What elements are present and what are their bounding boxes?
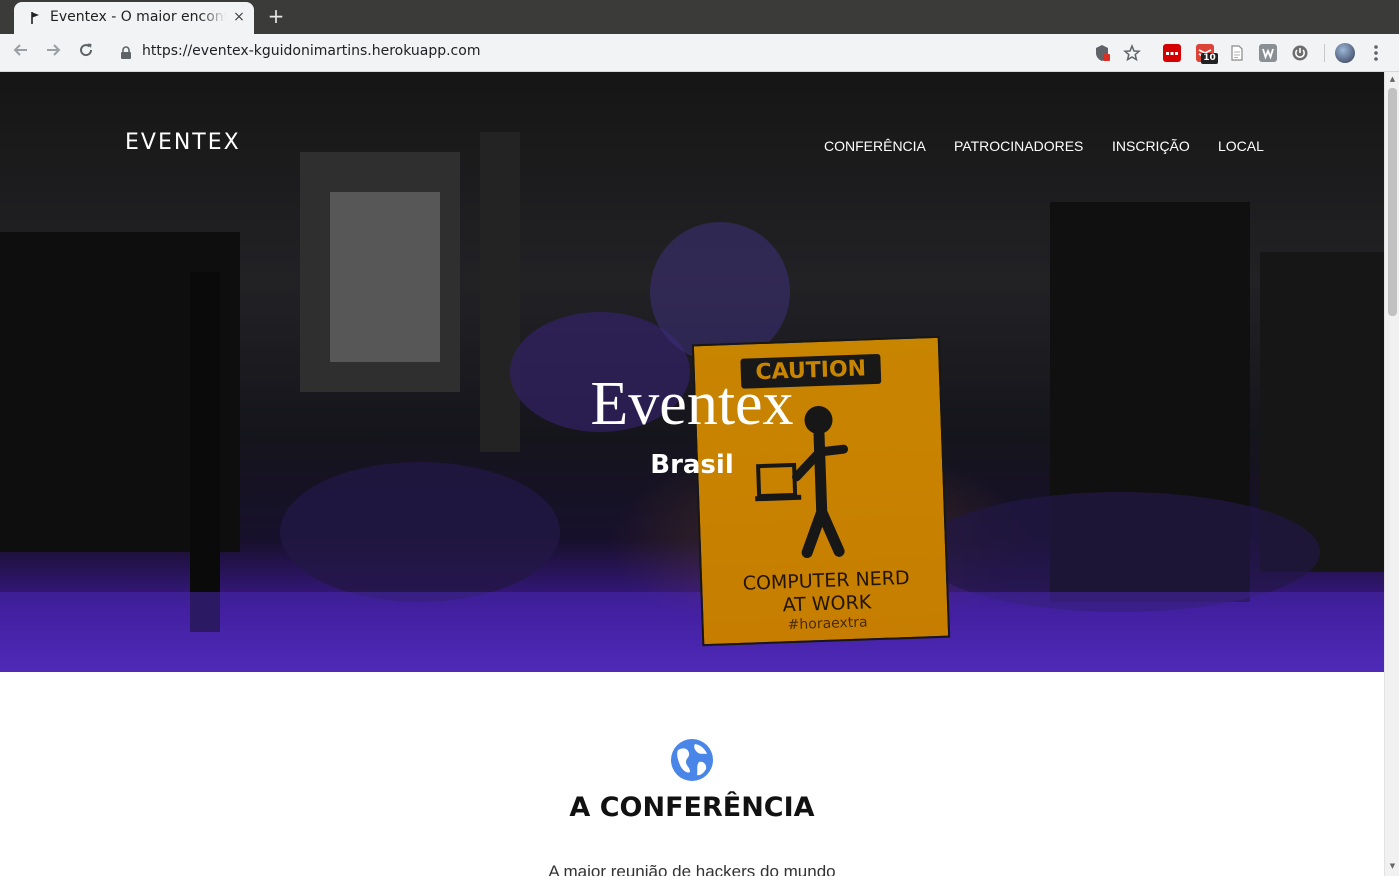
reload-icon — [80, 43, 93, 57]
flag-favicon-icon — [30, 11, 42, 25]
hero-subtitle: Brasil — [650, 450, 734, 480]
tab-active[interactable]: Eventex - O maior encontro × — [14, 2, 254, 34]
hero-title: Eventex — [590, 370, 794, 438]
scroll-down-arrow-icon[interactable]: ▼ — [1388, 862, 1397, 870]
extension-w-icon[interactable] — [1259, 44, 1277, 62]
tab-close-icon[interactable]: × — [230, 8, 248, 26]
tab-title: Eventex - O maior encontro — [50, 9, 226, 25]
document-icon[interactable] — [1228, 44, 1246, 62]
arrow-left-icon — [13, 44, 27, 56]
extension-red-icon[interactable] — [1163, 44, 1181, 62]
profile-avatar[interactable] — [1335, 43, 1355, 63]
scroll-up-arrow-icon[interactable]: ▲ — [1388, 75, 1397, 83]
conference-description: A maior reunião de hackers do mundo — [548, 862, 836, 876]
lock-icon[interactable] — [120, 45, 132, 59]
nav-link-inscricao[interactable]: INSCRIÇÃO — [1112, 138, 1190, 154]
browser-toolbar: https://eventex-kguidonimartins.herokuap… — [0, 34, 1399, 72]
hero-section: CAUTION COMPUTER NERD AT WORK #horaextra… — [0, 72, 1384, 672]
page-scrollbar[interactable]: ▲ ▼ — [1384, 72, 1399, 876]
toolbar-separator — [1324, 44, 1325, 62]
scrollbar-thumb[interactable] — [1388, 88, 1397, 316]
nav-link-local[interactable]: LOCAL — [1218, 138, 1264, 154]
globe-icon — [670, 738, 714, 782]
address-bar[interactable]: https://eventex-kguidonimartins.herokuap… — [142, 43, 480, 63]
star-icon[interactable] — [1123, 43, 1141, 62]
shield-blocked-icon[interactable] — [1093, 44, 1111, 62]
back-button[interactable] — [9, 41, 33, 65]
tab-strip: Eventex - O maior encontro × + — [0, 0, 1399, 34]
site-logo[interactable]: EVENTEX — [125, 130, 241, 155]
conference-heading: A CONFERÊNCIA — [569, 792, 815, 823]
page-viewport: CAUTION COMPUTER NERD AT WORK #horaextra… — [0, 72, 1384, 876]
reload-button[interactable] — [74, 41, 98, 65]
extension-power-icon[interactable] — [1291, 44, 1309, 62]
nav-link-conferencia[interactable]: CONFERÊNCIA — [824, 138, 926, 154]
new-tab-button[interactable]: + — [264, 4, 288, 28]
menu-kebab-icon[interactable] — [1372, 42, 1380, 64]
forward-button[interactable] — [41, 41, 65, 65]
arrow-right-icon — [47, 44, 61, 56]
nav-link-patrocinadores[interactable]: PATROCINADORES — [954, 138, 1083, 154]
todoist-badge: 10 — [1201, 53, 1218, 64]
